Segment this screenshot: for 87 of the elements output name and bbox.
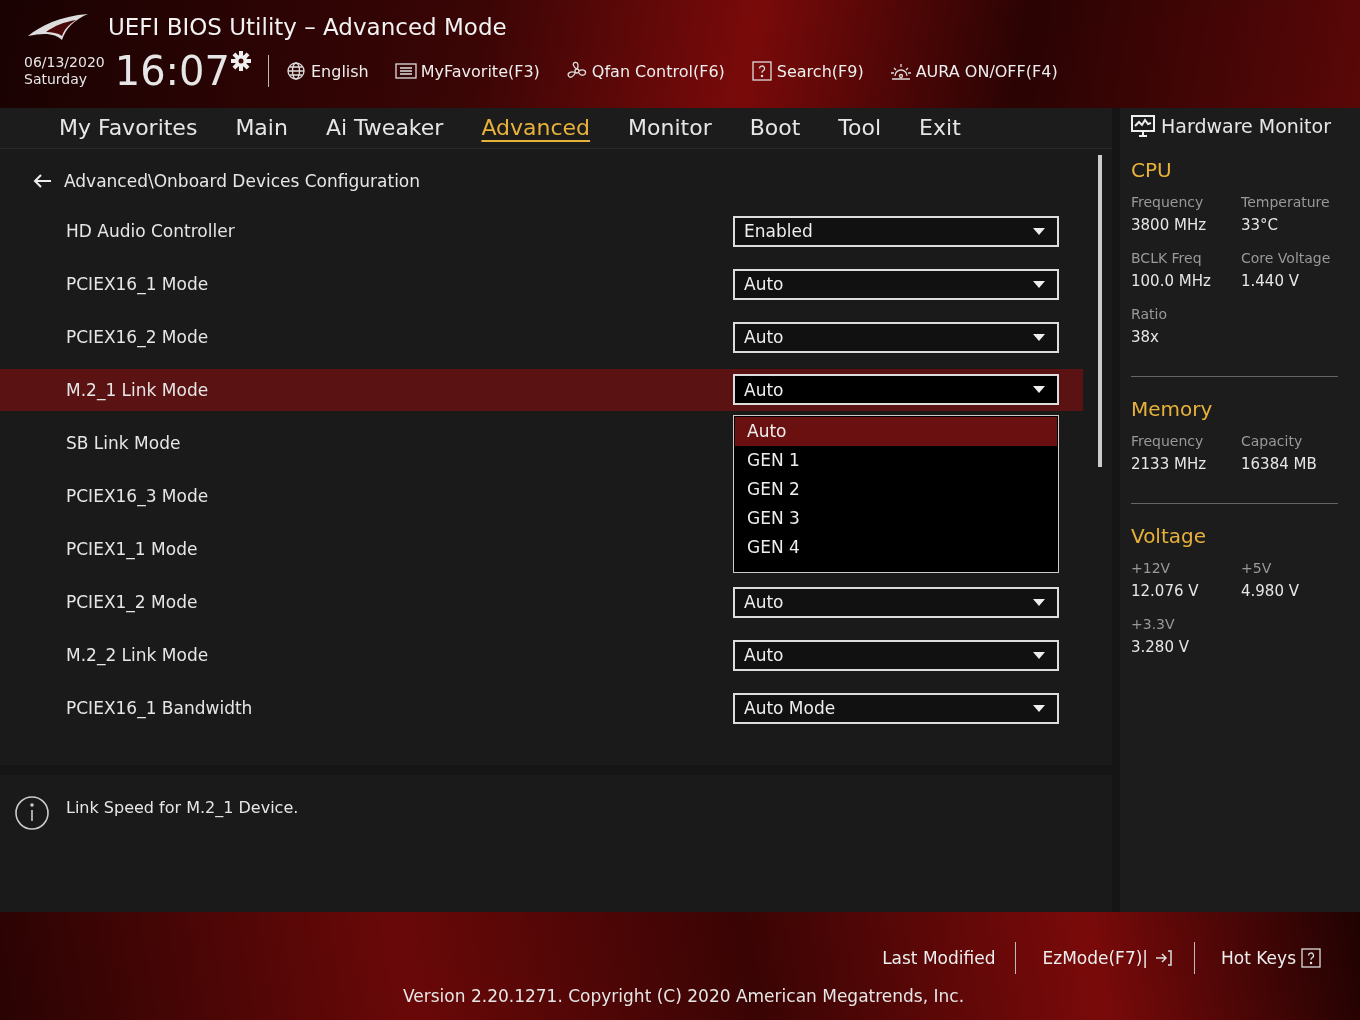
back-arrow-icon[interactable] [32,172,52,189]
dropdown-option[interactable]: GEN 4 [735,532,1057,562]
reading-label: +5V [1241,560,1273,576]
caret-icon [1033,386,1045,394]
reading-value: 100.0 MHz [1131,272,1212,290]
setting-dropdown[interactable]: Auto [733,586,1059,618]
setting-label[interactable]: PCIEX1_2 Mode [66,592,198,613]
reading-value: 3800 MHz [1131,216,1208,234]
reading-value: 2133 MHz [1131,455,1208,473]
breadcrumb-path: Advanced\Onboard Devices Configuration [64,170,421,191]
globe-icon [285,61,307,81]
menu-tab[interactable]: My Favorites [40,115,217,141]
reading-label: Capacity [1241,433,1304,449]
toolbar-button[interactable]: English [285,61,369,81]
setting-label[interactable]: PCIEX1_1 Mode [66,539,198,560]
menu-tab[interactable]: Main [216,115,307,141]
reading-label: +3.3V [1131,616,1176,632]
reading-value: 33°C [1241,216,1280,234]
clock-time: 16:07 [114,48,230,94]
setting-label[interactable]: HD Audio Controller [66,221,235,242]
setting-dropdown[interactable]: Auto [733,374,1059,406]
caret-icon [1033,598,1045,606]
date-text: 06/13/2020 [24,54,105,71]
setting-label[interactable]: PCIEX16_1 Mode [66,274,209,295]
menu-tab[interactable]: Ai Tweaker [306,115,463,141]
setting-dropdown[interactable]: Auto Mode [733,692,1059,724]
section-title: CPU [1131,158,1173,182]
light-icon [889,61,912,81]
reading-label: Frequency [1131,433,1205,449]
scrollbar[interactable] [1098,154,1102,467]
toolbar-button[interactable]: Search(F9) [750,61,864,81]
version-text: Version 2.20.1271. Copyright (C) 2020 American Megatrends, Inc. [403,986,965,1006]
menu-tab[interactable]: Exit [900,115,980,141]
question-icon [1300,948,1322,968]
setting-dropdown[interactable]: Auto [733,268,1059,300]
section-title: Voltage [1131,524,1208,548]
setting-label[interactable]: PCIEX16_2 Mode [66,327,209,348]
setting-label[interactable]: M.2_2 Link Mode [66,645,209,666]
reading-label: +12V [1131,560,1172,576]
footer-button[interactable]: Hot Keys [1221,948,1342,968]
caret-icon [1033,280,1045,288]
caret-icon [1033,704,1045,712]
setting-label[interactable]: SB Link Mode [66,433,181,454]
setting-label[interactable]: PCIEX16_1 Bandwidth [66,698,253,719]
toolbar-button[interactable]: AURA ON/OFF(F4) [889,61,1058,81]
gear-icon[interactable] [230,50,252,72]
info-icon [14,795,50,832]
fan-icon [565,61,588,81]
list-icon [394,61,417,81]
caret-icon [1033,651,1045,659]
setting-dropdown[interactable]: Auto [733,639,1059,671]
dropdown-option[interactable]: GEN 3 [735,503,1057,533]
dropdown-option[interactable]: GEN 1 [735,445,1057,475]
menu-tab[interactable]: Monitor [609,115,731,141]
footer-button[interactable]: Last Modified [882,948,1016,968]
panel-title: Hardware Monitor [1161,115,1331,137]
reading-value: 4.980 V [1241,582,1300,600]
day-text: Saturday [24,71,89,88]
setting-dropdown[interactable]: Enabled [733,215,1059,247]
toolbar-button[interactable]: Qfan Control(F6) [565,61,725,81]
monitor-icon [1131,115,1155,137]
section-title: Memory [1131,397,1214,421]
reading-label: Core Voltage [1241,250,1332,266]
menu-tab[interactable]: Tool [819,115,901,141]
question-icon [750,61,773,81]
setting-label[interactable]: PCIEX16_3 Mode [66,486,209,507]
setting-label[interactable]: M.2_1 Link Mode [66,379,209,400]
footer-button[interactable]: EzMode(F7)| [1042,948,1195,968]
caret-icon [1033,333,1045,341]
reading-value: 38x [1131,328,1160,346]
reading-value: 3.280 V [1131,638,1190,656]
reading-label: BCLK Freq [1131,250,1203,266]
help-text: Link Speed for M.2_1 Device. [66,797,299,820]
dropdown-option[interactable]: Auto [735,416,1057,446]
setting-dropdown[interactable]: Auto [733,321,1059,353]
reading-value: 1.440 V [1241,272,1300,290]
menu-tab[interactable]: Boot [730,115,820,141]
reading-value: 12.076 V [1131,582,1200,600]
caret-icon [1033,227,1045,235]
reading-label: Temperature [1241,194,1331,210]
reading-value: 16384 MB [1241,455,1318,473]
window-title: UEFI BIOS Utility – Advanced Mode [108,14,507,40]
reading-label: Frequency [1131,194,1205,210]
reading-label: Ratio [1131,306,1168,322]
dropdown-option[interactable]: GEN 2 [735,474,1057,504]
toolbar-button[interactable]: MyFavorite(F3) [394,61,540,81]
menu-tab[interactable]: Advanced [462,115,610,141]
